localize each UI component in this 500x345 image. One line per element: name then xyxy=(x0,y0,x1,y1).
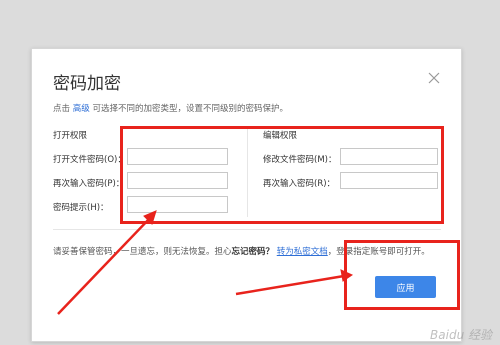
watermark: Baidu 经验 xyxy=(430,328,492,342)
arrow-to-fields xyxy=(57,210,157,315)
arrow-to-apply xyxy=(235,269,354,296)
annotation-arrows xyxy=(57,210,354,315)
